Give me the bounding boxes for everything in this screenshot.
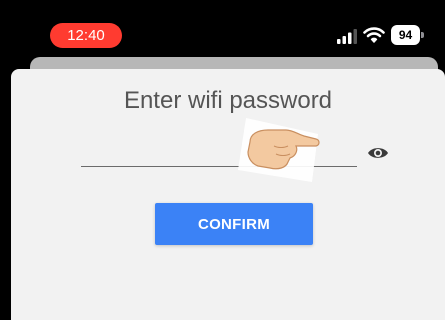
battery-icon: 94 <box>391 25 425 45</box>
eye-icon[interactable] <box>367 145 389 161</box>
pointing-hand-icon <box>238 118 320 182</box>
status-bar: 12:40 94 <box>0 0 445 62</box>
wifi-password-dialog: Enter wifi password CONFIRM <box>11 69 445 320</box>
dialog-title: Enter wifi password <box>123 87 333 114</box>
cellular-signal-icon <box>337 29 357 44</box>
phone-screen: 12:40 94 Enter wifi password CONFIRM <box>0 0 445 320</box>
battery-level: 94 <box>391 25 420 45</box>
status-time: 12:40 <box>50 23 122 48</box>
confirm-button[interactable]: CONFIRM <box>155 203 313 245</box>
battery-tip <box>421 32 424 38</box>
wifi-icon <box>363 27 385 43</box>
